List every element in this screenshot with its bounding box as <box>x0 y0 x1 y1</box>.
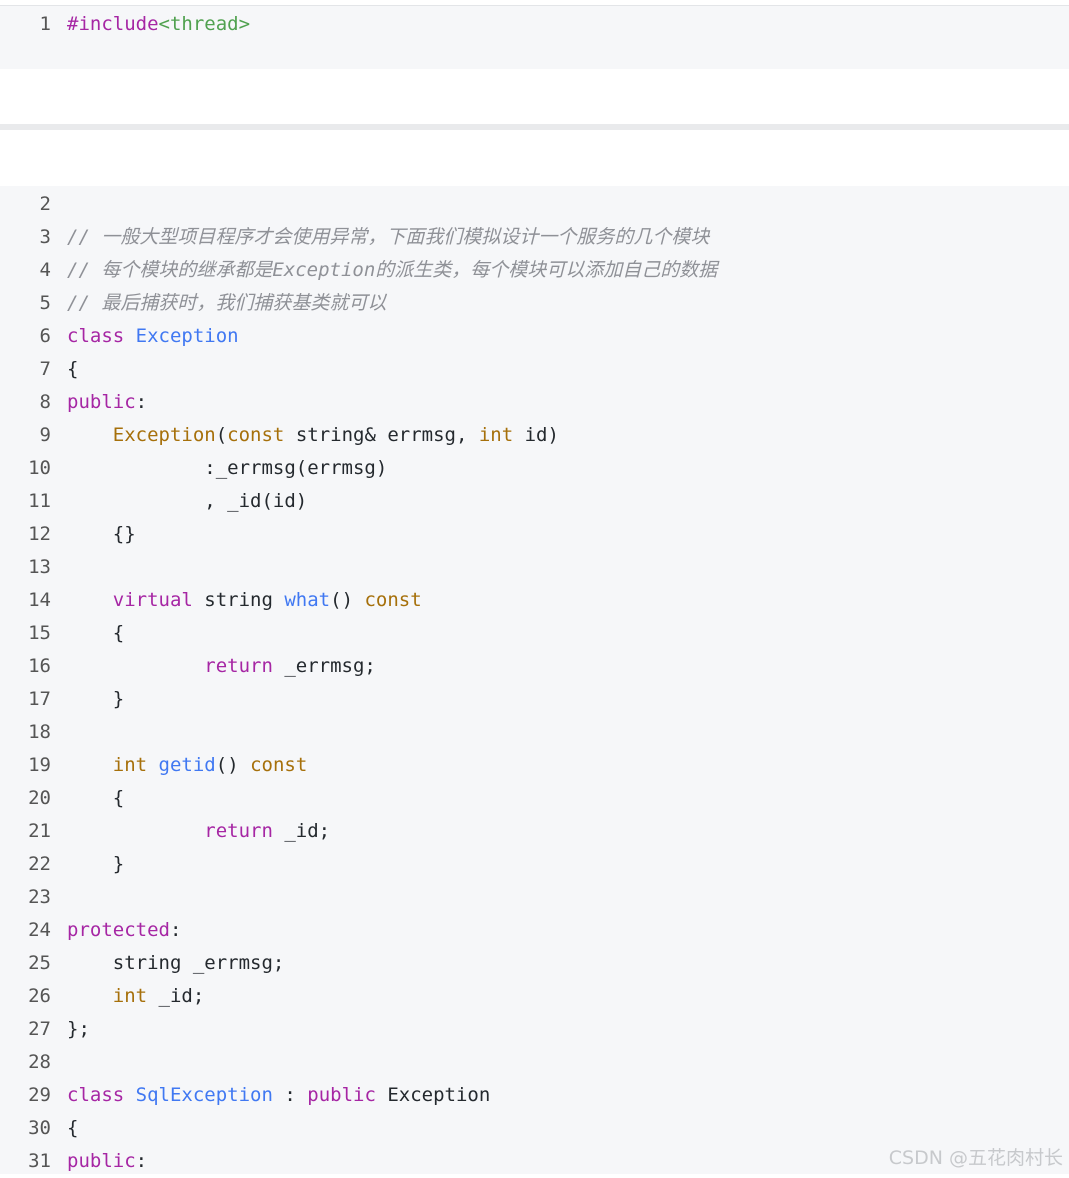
code-text: int getid() const <box>112 754 308 776</box>
line-number: 6 <box>39 325 51 347</box>
code-text: } <box>67 688 125 710</box>
line-number: 10 <box>28 457 51 479</box>
line-number: 29 <box>28 1084 51 1106</box>
code-line: 4 // 每个模块的继承都是Exception的派生类，每个模块可以添加自己的数据 <box>0 254 718 287</box>
code-text: // 一般大型项目程序才会使用异常，下面我们模拟设计一个服务的几个模块 <box>67 226 710 248</box>
line-number: 4 <box>39 259 51 281</box>
code-line: 19 int getid() const <box>0 749 307 782</box>
line-number: 21 <box>28 820 51 842</box>
line-number: 16 <box>28 655 51 677</box>
code-line: 9 Exception(const string& errmsg, int id… <box>0 419 559 452</box>
code-line: 15 { <box>0 617 124 650</box>
code-line: 3 // 一般大型项目程序才会使用异常，下面我们模拟设计一个服务的几个模块 <box>0 221 710 254</box>
code-line: 2 <box>0 188 67 221</box>
code-line: 31 public: <box>0 1145 147 1178</box>
code-text: return _id; <box>204 820 331 842</box>
code-text: , _id(id) <box>67 490 308 512</box>
line-number: 24 <box>28 919 51 941</box>
code-text: }; <box>67 1018 90 1040</box>
line-number: 12 <box>28 523 51 545</box>
code-line: 1 #include<thread> <box>0 8 250 41</box>
code-line: 5 // 最后捕获时，我们捕获基类就可以 <box>0 287 387 320</box>
line-number: 14 <box>28 589 51 611</box>
code-line: 11 , _id(id) <box>0 485 307 518</box>
line-number: 26 <box>28 985 51 1007</box>
code-line: 30 { <box>0 1112 78 1145</box>
code-line: 13 <box>0 551 67 584</box>
code-text: class SqlException : public Exception <box>67 1084 491 1106</box>
line-number: 31 <box>28 1150 51 1172</box>
code-text: #include<thread> <box>67 13 251 35</box>
line-number: 28 <box>28 1051 51 1073</box>
code-text: { <box>67 1117 79 1139</box>
line-number: 9 <box>39 424 51 446</box>
code-text: string _errmsg; <box>67 952 285 974</box>
line-number: 27 <box>28 1018 51 1040</box>
line-number: 22 <box>28 853 51 875</box>
code-line: 29 class SqlException : public Exception <box>0 1079 490 1112</box>
code-text: public: <box>67 1150 148 1172</box>
code-line: 6 class Exception <box>0 320 239 353</box>
line-number: 23 <box>28 886 51 908</box>
code-text: { <box>67 358 79 380</box>
code-text: } <box>67 853 125 875</box>
code-text: public: <box>67 391 148 413</box>
code-text: :_errmsg(errmsg) <box>67 457 388 479</box>
code-line: 25 string _errmsg; <box>0 947 284 980</box>
code-line: 14 virtual string what() const <box>0 584 422 617</box>
code-line: 16 return _errmsg; <box>0 650 376 683</box>
code-line: 12 {} <box>0 518 136 551</box>
line-number: 7 <box>39 358 51 380</box>
code-text: return _errmsg; <box>204 655 376 677</box>
line-number: 19 <box>28 754 51 776</box>
code-line: 28 <box>0 1046 67 1079</box>
code-text: {} <box>67 523 136 545</box>
line-number: 17 <box>28 688 51 710</box>
line-number: 5 <box>39 292 51 314</box>
code-line: 8 public: <box>0 386 148 419</box>
code-text: protected: <box>67 919 182 941</box>
line-number: 15 <box>28 622 51 644</box>
line-number: 18 <box>28 721 51 743</box>
code-text: int _id; <box>112 985 205 1007</box>
code-line: 20 { <box>0 782 124 815</box>
watermark: CSDN @五花肉村长 <box>888 1147 1063 1169</box>
line-number: 25 <box>28 952 51 974</box>
code-line: 21 return _id; <box>0 815 330 848</box>
code-text: // 最后捕获时，我们捕获基类就可以 <box>67 292 387 314</box>
line-number: 20 <box>28 787 51 809</box>
line-number: 8 <box>39 391 51 413</box>
block-divider <box>0 124 1069 130</box>
code-text: { <box>67 787 125 809</box>
line-number: 11 <box>28 490 51 512</box>
code-text: Exception(const string& errmsg, int id) <box>112 424 559 446</box>
code-line: 17 } <box>0 683 124 716</box>
line-number: 1 <box>39 13 51 35</box>
code-text: // 每个模块的继承都是Exception的派生类，每个模块可以添加自己的数据 <box>67 259 718 281</box>
code-line: 10 :_errmsg(errmsg) <box>0 452 387 485</box>
line-number: 2 <box>39 193 51 215</box>
code-line: 27}; <box>0 1013 90 1046</box>
code-text: class Exception <box>67 325 239 347</box>
code-line: 24 protected: <box>0 914 181 947</box>
line-number: 3 <box>39 226 51 248</box>
code-line: 23 <box>0 881 67 914</box>
code-line: 22 } <box>0 848 124 881</box>
line-number: 30 <box>28 1117 51 1139</box>
code-text: { <box>67 622 125 644</box>
code-line: 26 int _id; <box>0 980 204 1013</box>
code-text: virtual string what() const <box>112 589 422 611</box>
code-line: 18 <box>0 716 67 749</box>
code-line: 7{ <box>0 353 79 386</box>
line-number: 13 <box>28 556 51 578</box>
